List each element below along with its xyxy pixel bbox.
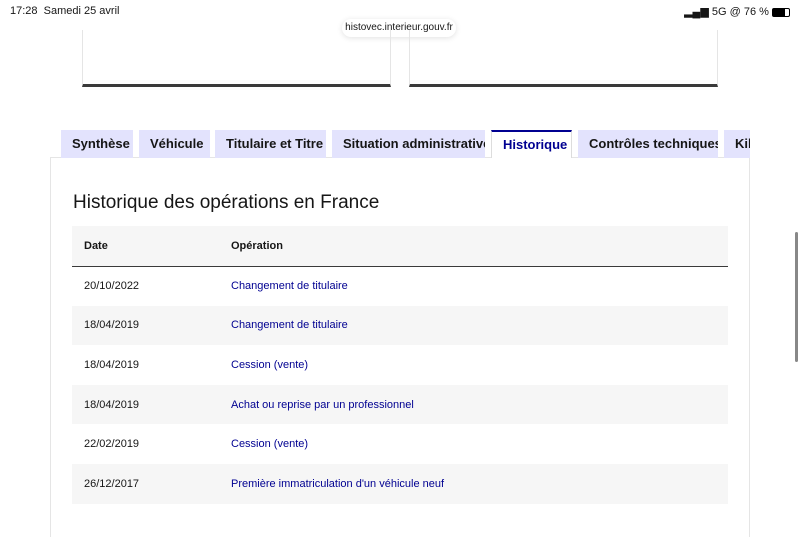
orientation-lock-icon: @ bbox=[729, 6, 741, 18]
signal-icon: ▂▄▆ bbox=[684, 6, 709, 18]
tab-controles[interactable]: Contrôles techniques bbox=[578, 130, 718, 158]
tab-kilometrage[interactable]: Kilométrage bbox=[724, 130, 750, 158]
row-date: 18/04/2019 bbox=[84, 358, 140, 371]
column-header-date: Date bbox=[72, 226, 231, 267]
info-card bbox=[409, 30, 718, 87]
operation-link[interactable]: Cession (vente) bbox=[231, 438, 308, 450]
table-row: 20/10/2022 Changement de titulaire bbox=[72, 266, 728, 306]
row-operation-cell: Changement de titulaire bbox=[231, 305, 728, 346]
history-table: Date Opération 20/10/2022 Changement de t… bbox=[72, 226, 728, 504]
row-operation-cell: Cession (vente) bbox=[231, 345, 728, 385]
tab-historique[interactable]: Historique bbox=[491, 130, 572, 158]
row-operation-cell: Première immatriculation d'un véhicule n… bbox=[231, 463, 728, 504]
row-date: 18/04/2019 bbox=[72, 305, 231, 346]
operation-link[interactable]: Première immatriculation d'un véhicule n… bbox=[231, 478, 444, 490]
tab-titulaire[interactable]: Titulaire et Titre bbox=[215, 130, 326, 158]
operation-link[interactable]: Changement de titulaire bbox=[231, 280, 348, 292]
operation-link[interactable]: Cession (vente) bbox=[231, 359, 308, 371]
row-date: 18/04/2019 bbox=[72, 384, 231, 425]
row-date: 20/10/2022 bbox=[84, 280, 140, 293]
status-bar: 17:28 Samedi 25 avril ▂▄▆ 5G @ 76 % bbox=[10, 5, 790, 18]
row-operation-cell: Achat ou reprise par un professionnel bbox=[231, 384, 728, 425]
table-row: 18/04/2019 Cession (vente) bbox=[72, 345, 728, 385]
battery-level: 76 % bbox=[743, 6, 769, 18]
info-card bbox=[82, 30, 391, 87]
date: Samedi 25 avril bbox=[43, 5, 120, 17]
operation-link[interactable]: Changement de titulaire bbox=[231, 319, 348, 331]
table-row: 22/02/2019 Cession (vente) bbox=[72, 424, 728, 464]
row-date: 22/02/2019 bbox=[84, 438, 140, 451]
tab-bar: Synthèse Véhicule Titulaire et Titre Sit… bbox=[61, 130, 750, 158]
tab-situation[interactable]: Situation administrative bbox=[332, 130, 485, 158]
table-row: 18/04/2019 Changement de titulaire bbox=[72, 305, 728, 346]
tab-vehicule[interactable]: Véhicule bbox=[139, 130, 210, 158]
table-row: 18/04/2019 Achat ou reprise par un profes… bbox=[72, 384, 728, 425]
clock: 17:28 bbox=[10, 5, 38, 17]
scrollbar[interactable] bbox=[795, 232, 798, 362]
tab-synthese[interactable]: Synthèse bbox=[61, 130, 133, 158]
column-header-operation: Opération bbox=[231, 226, 728, 267]
operation-link[interactable]: Achat ou reprise par un professionnel bbox=[231, 399, 414, 411]
battery-icon bbox=[772, 7, 790, 17]
section-title: Historique des opérations en France bbox=[73, 192, 380, 213]
row-operation-cell: Changement de titulaire bbox=[231, 266, 728, 306]
table-row: 26/12/2017 Première immatriculation d'un … bbox=[72, 463, 728, 504]
network-type: 5G bbox=[711, 6, 727, 18]
row-operation-cell: Cession (vente) bbox=[231, 424, 728, 464]
row-date: 26/12/2017 bbox=[72, 463, 231, 504]
